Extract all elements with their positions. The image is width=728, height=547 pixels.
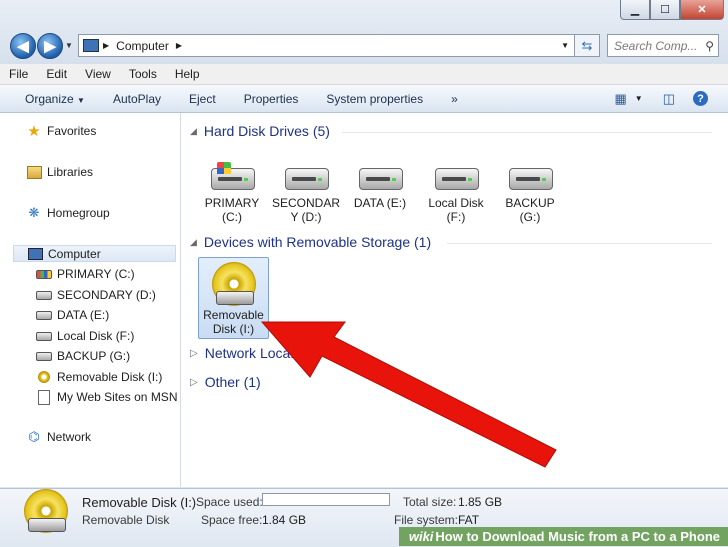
cd-drive-icon	[24, 489, 68, 533]
status-file-system-label: File system:	[394, 513, 459, 527]
status-space-free: 1.84 GB	[262, 513, 307, 527]
status-file-system: FAT	[458, 513, 480, 527]
watermark-brand: wiki	[408, 529, 434, 544]
wikihow-watermark: wiki How to Download Music from a PC to …	[398, 527, 728, 546]
watermark-title: How to Download Music from a PC to a Pho…	[435, 529, 720, 544]
annotation-arrow	[260, 321, 557, 468]
status-space-used-label: Space used:	[196, 495, 263, 509]
status-total-size-label: Total size:	[403, 495, 457, 509]
status-drive-type: Removable Disk	[82, 513, 170, 527]
red-arrow-icon	[260, 321, 557, 468]
status-drive-name: Removable Disk (I:)	[82, 495, 197, 510]
status-total-size: 1.85 GB	[458, 495, 503, 509]
status-space-free-label: Space free:	[201, 513, 263, 527]
space-used-bar	[262, 493, 390, 506]
